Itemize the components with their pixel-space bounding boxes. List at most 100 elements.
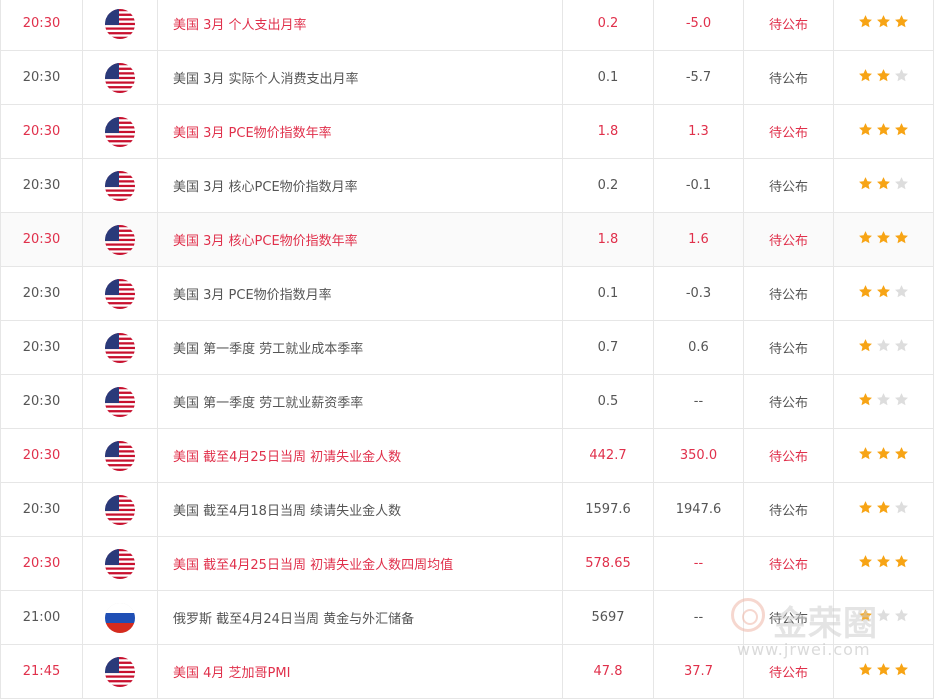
star-empty-icon [894,500,909,519]
star-filled-icon [858,392,873,411]
country-flag-cell [83,321,158,374]
event-time: 20:30 [1,105,83,158]
star-filled-icon [858,608,873,627]
us-flag-icon [105,62,135,93]
importance-rating [834,159,934,212]
star-empty-icon [894,68,909,87]
actual-value: 待公布 [744,51,834,104]
consensus-value: 1947.6 [654,483,744,536]
us-flag-icon [105,224,135,255]
previous-value: 0.2 [563,159,654,212]
star-filled-icon [894,662,909,681]
table-row[interactable]: 20:30 美国 3月 个人支出月率 0.2 -5.0 待公布 [0,0,934,51]
actual-value: 待公布 [744,483,834,536]
event-time: 20:30 [1,537,83,590]
importance-rating [834,321,934,374]
star-filled-icon [876,662,891,681]
country-flag-cell [83,645,158,698]
star-filled-icon [858,662,873,681]
table-row[interactable]: 21:00 俄罗斯 截至4月24日当周 黄金与外汇储备 5697 -- 待公布 [0,591,934,645]
actual-value: 待公布 [744,321,834,374]
star-empty-icon [894,284,909,303]
country-flag-cell [83,483,158,536]
consensus-value: 350.0 [654,429,744,482]
us-flag-icon [105,170,135,201]
event-time: 21:45 [1,645,83,698]
table-row[interactable]: 20:30 美国 3月 PCE物价指数月率 0.1 -0.3 待公布 [0,267,934,321]
country-flag-cell [83,429,158,482]
actual-value: 待公布 [744,429,834,482]
actual-value: 待公布 [744,213,834,266]
previous-value: 1.8 [563,213,654,266]
actual-value: 待公布 [744,105,834,158]
star-filled-icon [876,230,891,249]
country-flag-cell [83,0,158,50]
star-filled-icon [894,122,909,141]
previous-value: 578.65 [563,537,654,590]
table-row[interactable]: 20:30 美国 3月 核心PCE物价指数年率 1.8 1.6 待公布 [0,213,934,267]
star-empty-icon [894,608,909,627]
actual-value: 待公布 [744,591,834,644]
previous-value: 0.2 [563,0,654,50]
star-filled-icon [876,122,891,141]
star-filled-icon [858,176,873,195]
russia-flag-icon [105,602,135,633]
event-name: 俄罗斯 截至4月24日当周 黄金与外汇储备 [158,591,563,644]
us-flag-icon [105,332,135,363]
event-name: 美国 3月 PCE物价指数月率 [158,267,563,320]
star-filled-icon [876,500,891,519]
star-empty-icon [876,608,891,627]
table-row[interactable]: 20:30 美国 截至4月25日当周 初请失业金人数四周均值 578.65 -- 待公布 [0,537,934,591]
us-flag-icon [105,548,135,579]
event-name: 美国 截至4月18日当周 续请失业金人数 [158,483,563,536]
previous-value: 5697 [563,591,654,644]
star-filled-icon [858,68,873,87]
star-filled-icon [858,338,873,357]
economic-calendar-table: 20:30 美国 3月 个人支出月率 0.2 -5.0 待公布 20:30 美国 3月 实际… [0,0,934,699]
country-flag-cell [83,105,158,158]
star-filled-icon [858,122,873,141]
previous-value: 0.7 [563,321,654,374]
star-filled-icon [858,230,873,249]
importance-rating [834,105,934,158]
consensus-value: -0.1 [654,159,744,212]
event-name: 美国 3月 实际个人消费支出月率 [158,51,563,104]
table-row[interactable]: 20:30 美国 3月 核心PCE物价指数月率 0.2 -0.1 待公布 [0,159,934,213]
table-row[interactable]: 20:30 美国 3月 实际个人消费支出月率 0.1 -5.7 待公布 [0,51,934,105]
country-flag-cell [83,591,158,644]
star-empty-icon [894,392,909,411]
consensus-value: -- [654,591,744,644]
table-row[interactable]: 20:30 美国 截至4月25日当周 初请失业金人数 442.7 350.0 待公布 [0,429,934,483]
event-name: 美国 第一季度 劳工就业成本季率 [158,321,563,374]
importance-rating [834,0,934,50]
table-row[interactable]: 21:45 美国 4月 芝加哥PMI 47.8 37.7 待公布 [0,645,934,699]
country-flag-cell [83,159,158,212]
event-time: 20:30 [1,0,83,50]
star-filled-icon [876,446,891,465]
importance-rating [834,375,934,428]
event-name: 美国 截至4月25日当周 初请失业金人数四周均值 [158,537,563,590]
us-flag-icon [105,116,135,147]
previous-value: 0.1 [563,51,654,104]
actual-value: 待公布 [744,537,834,590]
importance-rating [834,213,934,266]
event-time: 21:00 [1,591,83,644]
actual-value: 待公布 [744,159,834,212]
country-flag-cell [83,267,158,320]
us-flag-icon [105,386,135,417]
table-row[interactable]: 20:30 美国 第一季度 劳工就业薪资季率 0.5 -- 待公布 [0,375,934,429]
event-time: 20:30 [1,267,83,320]
star-filled-icon [858,14,873,33]
table-row[interactable]: 20:30 美国 3月 PCE物价指数年率 1.8 1.3 待公布 [0,105,934,159]
consensus-value: -- [654,537,744,590]
star-filled-icon [876,284,891,303]
event-name: 美国 4月 芝加哥PMI [158,645,563,698]
country-flag-cell [83,213,158,266]
table-row[interactable]: 20:30 美国 截至4月18日当周 续请失业金人数 1597.6 1947.6 待公布 [0,483,934,537]
event-time: 20:30 [1,51,83,104]
importance-rating [834,483,934,536]
importance-rating [834,267,934,320]
table-row[interactable]: 20:30 美国 第一季度 劳工就业成本季率 0.7 0.6 待公布 [0,321,934,375]
actual-value: 待公布 [744,267,834,320]
star-filled-icon [858,500,873,519]
